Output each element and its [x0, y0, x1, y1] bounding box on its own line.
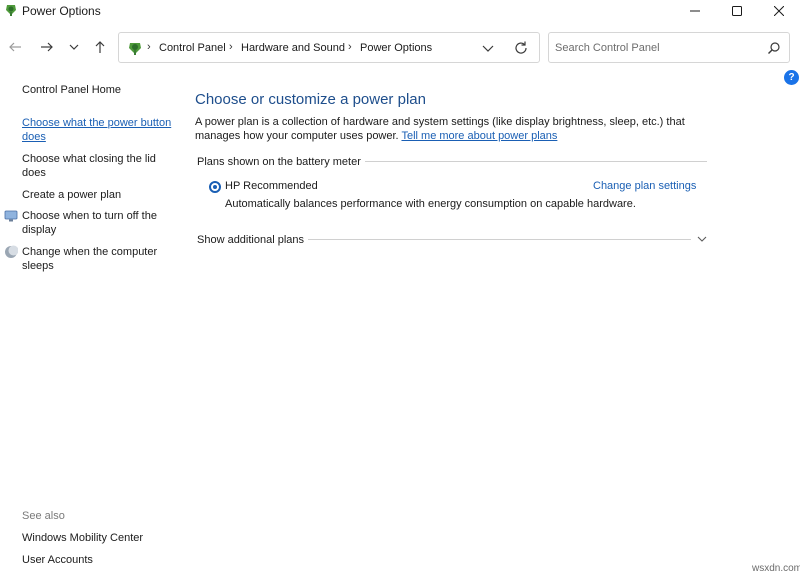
sidebar-item-closing-lid[interactable]: Choose what closing the lid does [22, 152, 156, 180]
sidebar-item-label: does [22, 167, 46, 179]
user-accounts-link[interactable]: User Accounts [22, 553, 93, 567]
back-button[interactable] [4, 36, 26, 58]
maximize-icon [732, 6, 742, 16]
windows-mobility-center-link[interactable]: Windows Mobility Center [22, 531, 143, 545]
title-bar: Power Options [0, 0, 800, 22]
close-icon [774, 6, 784, 16]
breadcrumb-power-options[interactable]: Power Options [360, 42, 432, 54]
breadcrumb-separator: › [229, 41, 233, 53]
sidebar-item-label: Change when the computer [22, 246, 158, 258]
address-bar[interactable]: › Control Panel › Hardware and Sound › P… [118, 32, 540, 63]
sidebar-item-label: sleeps [22, 260, 54, 272]
sidebar-item-create-power-plan[interactable]: Create a power plan [22, 188, 121, 202]
search-input[interactable] [555, 40, 755, 56]
maximize-button[interactable] [716, 0, 758, 22]
search-icon[interactable] [767, 41, 781, 55]
minimize-button[interactable] [674, 0, 716, 22]
up-button[interactable] [89, 36, 111, 58]
monitor-icon [4, 210, 18, 222]
window-title: Power Options [22, 4, 101, 18]
description-text: A power plan is a collection of hardware… [195, 116, 685, 128]
learn-more-link[interactable]: Tell me more about power plans [401, 130, 557, 142]
arrow-left-icon [9, 42, 21, 52]
plan-radio-button[interactable] [209, 181, 221, 193]
description-text: manages how your computer uses power. [195, 130, 399, 142]
chevron-down-icon [69, 44, 79, 50]
breadcrumb-separator: › [348, 41, 352, 53]
minimize-icon [690, 10, 700, 12]
sidebar-item-turn-off-display[interactable]: Choose when to turn off the display [22, 209, 157, 237]
page-description: A power plan is a collection of hardware… [195, 115, 715, 143]
control-panel-icon [129, 43, 141, 55]
breadcrumb-control-panel[interactable]: Control Panel [159, 42, 226, 54]
sidebar-item-computer-sleeps[interactable]: Change when the computer sleeps [22, 245, 157, 273]
navigation-bar: › Control Panel › Hardware and Sound › P… [0, 30, 800, 64]
plan-description: Automatically balances performance with … [225, 198, 636, 210]
sidebar-item-label: display [22, 224, 57, 236]
forward-button[interactable] [36, 36, 58, 58]
plan-name[interactable]: HP Recommended [225, 180, 318, 192]
power-options-icon [6, 5, 16, 16]
search-box[interactable] [548, 32, 790, 63]
sidebar-item-label: does [22, 131, 46, 143]
control-panel-home-link[interactable]: Control Panel Home [22, 83, 121, 97]
show-additional-plans[interactable]: Show additional plans [197, 234, 309, 246]
recent-locations-button[interactable] [63, 36, 85, 58]
change-plan-settings-link[interactable]: Change plan settings [593, 180, 696, 192]
close-button[interactable] [758, 0, 800, 22]
moon-icon [5, 245, 18, 258]
chevron-down-icon[interactable] [696, 233, 708, 245]
breadcrumb-separator: › [147, 41, 151, 53]
left-pane: Control Panel Home Choose what the power… [0, 64, 185, 578]
watermark: wsxdn.com [752, 563, 800, 574]
see-also-heading: See also [22, 510, 65, 522]
sidebar-item-label: Choose what the power button [22, 117, 172, 129]
help-button[interactable]: ? [784, 70, 799, 85]
breadcrumb-hardware-and-sound[interactable]: Hardware and Sound [241, 42, 345, 54]
arrow-up-icon [95, 41, 105, 53]
address-dropdown-icon[interactable] [481, 41, 495, 55]
arrow-right-icon [41, 42, 53, 52]
section-heading: Plans shown on the battery meter [197, 156, 365, 168]
sidebar-item-power-button[interactable]: Choose what the power button does [22, 116, 171, 144]
refresh-icon[interactable] [513, 40, 529, 56]
sidebar-item-label: Choose when to turn off the [22, 210, 157, 222]
page-title: Choose or customize a power plan [195, 91, 426, 108]
sidebar-item-label: Create a power plan [22, 189, 122, 201]
sidebar-item-label: Choose what closing the lid [22, 153, 156, 165]
